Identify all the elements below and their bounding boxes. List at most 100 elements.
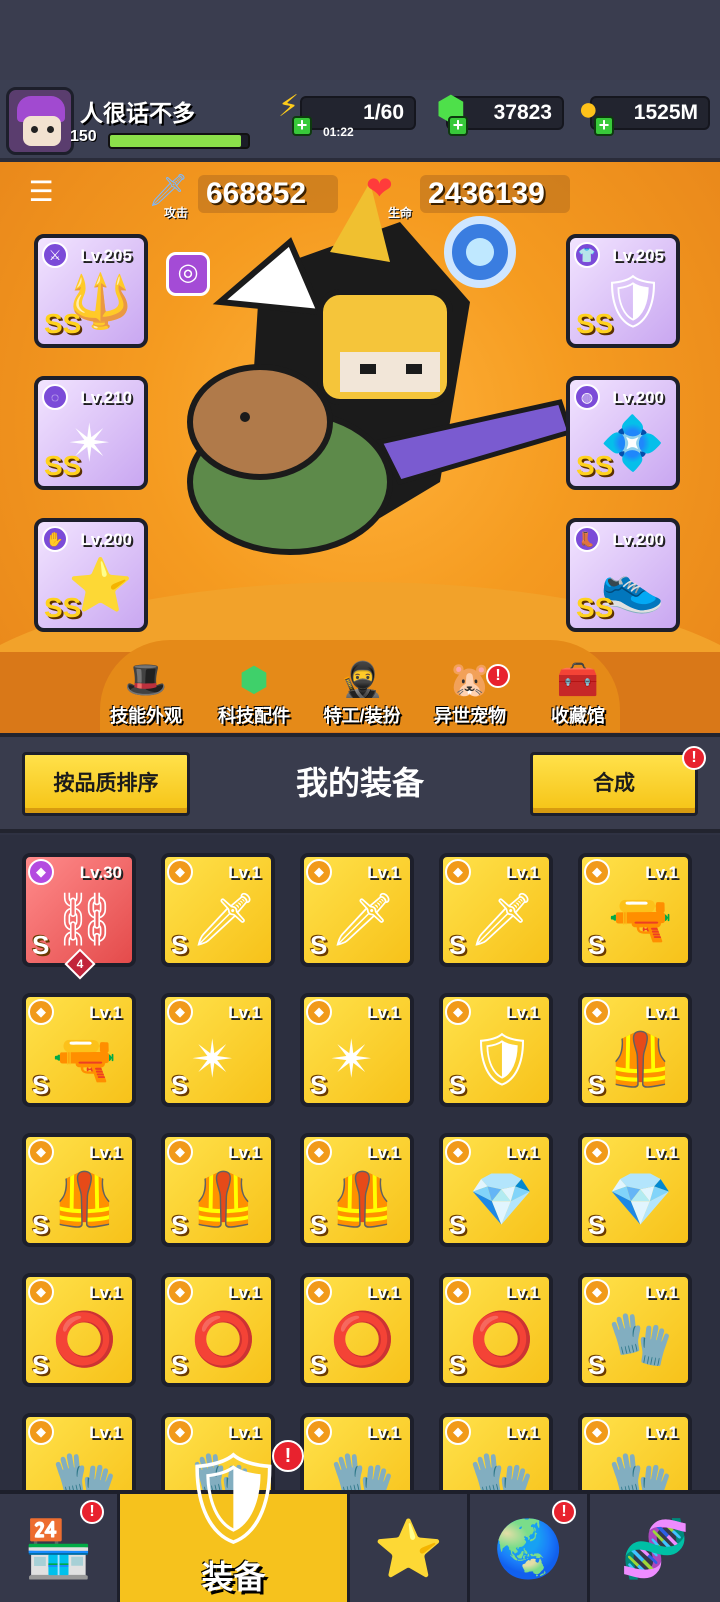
item-rarity: S [588,1350,606,1380]
feature-skill-skin[interactable]: 🎩 技能外观 [96,660,196,728]
item-level: Lv.1 [89,1003,122,1022]
equip-slot-armor[interactable]: 👕 🛡 Lv.205 SS [566,234,680,348]
feature-collection[interactable]: 🧰 收藏馆 [528,660,628,728]
target-icon[interactable]: ◎ [166,252,210,296]
inventory-item[interactable]: ◆ 🦺 Lv.1 S [300,1133,414,1247]
inventory-item[interactable]: ◆ ⭕ Lv.1 S [161,1273,275,1387]
item-type-icon: ◆ [306,1419,332,1445]
item-level: Lv.1 [89,1143,122,1162]
inventory-item[interactable]: ◆ 🔫 Lv.1 S [578,853,692,967]
item-level: Lv.1 [506,1283,539,1302]
inventory-item[interactable]: ◆ 🦺 Lv.1 S [22,1133,136,1247]
inventory-item[interactable]: ◆ 🗡 Lv.1 S [439,853,553,967]
slot-rarity: SS [44,450,82,481]
item-rarity: S [32,1210,50,1240]
gloves-type-icon: ✋ [42,526,68,552]
inventory-item[interactable]: ◆ 🦺 Lv.1 S [161,1133,275,1247]
item-type-icon: ◆ [306,859,332,885]
heart-icon: ❤ [366,170,393,206]
feature-agent-outfit[interactable]: 🥷 特工/装扮 [312,660,412,728]
inventory-item[interactable]: ◆ 🛡 Lv.1 S [439,993,553,1107]
sort-by-quality-button[interactable]: 按品质排序 [22,752,190,816]
item-level: Lv.1 [506,863,539,882]
item-type-icon: ◆ [584,859,610,885]
hero-character-art [187,182,574,555]
add-energy-button[interactable]: + [292,116,312,136]
inventory-item[interactable]: ◆ ✴ Lv.1 S [161,993,275,1107]
equipment-alert-badge: ! [272,1440,304,1472]
item-gear-icon: 🗡 [330,891,397,949]
item-type-icon: ◆ [584,1279,610,1305]
inventory-item[interactable]: ◆ ⭕ Lv.1 S [22,1273,136,1387]
slot-level: Lv.200 [612,388,664,407]
inventory-item[interactable]: ◆ 💎 Lv.1 S [439,1133,553,1247]
slot-rarity: SS [44,308,82,339]
equip-slot-gloves[interactable]: ✋ ⭐ Lv.200 SS [34,518,148,632]
inventory-item[interactable]: ◆ 🗡 Lv.1 S [161,853,275,967]
item-level: Lv.1 [367,1003,400,1022]
item-gear-icon: 🗡 [469,891,536,949]
item-level: Lv.1 [645,1423,678,1442]
item-level: Lv.1 [228,863,261,882]
inventory-item[interactable]: ◆ ✴ Lv.1 S [300,993,414,1107]
player-avatar[interactable] [6,87,74,155]
item-level: Lv.1 [228,1003,261,1022]
item-type-icon: ◆ [167,999,193,1025]
necklace-type-icon: ◌ [42,384,68,410]
xp-bar-fill [110,135,242,147]
life-stat: 2436139 [420,175,570,213]
item-type-icon: ◆ [306,1279,332,1305]
item-gear-icon: 💎 [608,1171,673,1229]
equip-slot-necklace[interactable]: ◌ ✴ Lv.210 SS [34,376,148,490]
inventory-item[interactable]: ◆ ⭕ Lv.1 S [439,1273,553,1387]
nav-label: 装备 [201,1559,266,1595]
add-gems-button[interactable]: + [448,116,468,136]
item-level: Lv.1 [645,1003,678,1022]
equip-slot-boots[interactable]: 👢 👟 Lv.200 SS [566,518,680,632]
equip-slot-weapon[interactable]: ⚔ 🔱 Lv.205 SS [34,234,148,348]
energy-timer: 01:22 [323,125,354,139]
feature-label: 科技配件 [218,706,290,726]
item-level: Lv.1 [367,1423,400,1442]
inventory-item[interactable]: ◆ 🧤 Lv.1 S [578,1273,692,1387]
item-gear-icon: 🦺 [608,1031,673,1089]
add-coins-button[interactable]: + [594,116,614,136]
pets-alert-badge: ! [486,664,510,688]
player-name: 人很话不多 [80,100,195,126]
equip-slot-belt[interactable]: ◍ 💠 Lv.200 SS [566,376,680,490]
status-bar [0,0,720,80]
item-gear-icon: ✴ [191,1031,235,1089]
slot-level: Lv.205 [80,246,132,265]
inventory-item[interactable]: ◆ 🔫 Lv.1 S [22,993,136,1107]
inventory-item[interactable]: ◆ ⭕ Lv.1 S [300,1273,414,1387]
inventory-item[interactable]: ◆ 🗡 Lv.1 S [300,853,414,967]
nav-battle[interactable]: ⭐ [350,1494,470,1602]
life-label: 生命 [388,206,413,220]
energy-value: 1/60 [363,101,404,124]
slot-level: Lv.200 [612,530,664,549]
gem-value: 37823 [493,101,552,124]
world-alert-badge: ! [552,1500,576,1524]
menu-list-icon[interactable]: ☰ [27,178,55,206]
inventory-item[interactable]: ◆ 🦺 Lv.1 S [578,993,692,1107]
dna-icon: 🧬 [620,1517,690,1580]
item-type-icon: ◆ [167,859,193,885]
item-rarity: S [588,930,606,960]
inventory-grid: ◆ ⛓ Lv.30 S ◆ 🗡 Lv.1 S ◆ 🗡 Lv.1 S ◆ 🗡 Lv.1 S ◆ 🔫 Lv.1 S ◆ 🔫 Lv… [0,835,720,1527]
item-level: Lv.1 [506,1003,539,1022]
armor-type-icon: 👕 [574,242,600,268]
item-rarity: S [449,1350,467,1380]
item-level: Lv.1 [228,1143,261,1162]
item-type-icon: ◆ [445,1139,471,1165]
nav-equipment[interactable]: 🛡 装备 [120,1449,350,1602]
nav-evolution[interactable]: 🧬 [590,1494,720,1602]
inventory-item[interactable]: ◆ 💎 Lv.1 S [578,1133,692,1247]
feature-tech-parts[interactable]: ⬢ 科技配件 [204,660,304,728]
energy-counter[interactable]: 1/60 [300,96,416,130]
item-level: Lv.1 [89,1283,122,1302]
item-level: Lv.1 [89,1423,122,1442]
hex-chip-icon: ⬢ [239,661,269,699]
star-swords-icon: ⭐ [373,1517,444,1580]
item-gear-icon: ⛓ [52,891,119,949]
merge-button[interactable]: 合成 [530,752,698,816]
